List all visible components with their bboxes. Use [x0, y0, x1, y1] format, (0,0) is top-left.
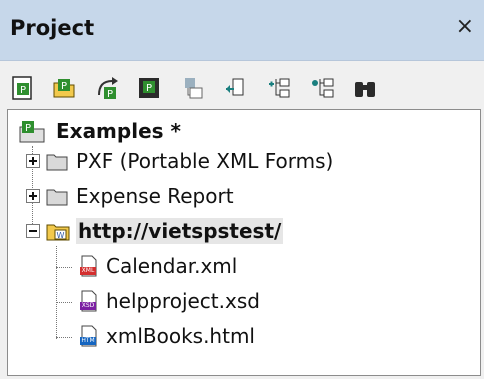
- svg-text:P: P: [25, 123, 31, 134]
- tree-folder-label: http://vietspstest/: [76, 218, 284, 244]
- html-file-icon: HTM: [78, 325, 100, 347]
- project-panel: Project × P P P P P Examples * PXF (Port…: [0, 0, 484, 379]
- tree-folder-label: PXF (Portable XML Forms): [76, 149, 334, 173]
- tree-root-label: Examples *: [56, 119, 181, 143]
- web-folder-icon: W: [46, 220, 70, 242]
- tree-line: [56, 246, 57, 339]
- folder-icon: [46, 150, 68, 172]
- svg-text:P: P: [107, 89, 113, 100]
- close-icon[interactable]: ×: [456, 14, 474, 39]
- tree-file-label: helpproject.xsd: [106, 289, 260, 313]
- tree-folder-label: Expense Report: [76, 184, 234, 208]
- add-external-file-icon[interactable]: [222, 75, 248, 101]
- folder-icon: [46, 185, 68, 207]
- file-type-badge: XML: [81, 267, 95, 274]
- svg-text:W: W: [57, 231, 65, 240]
- expand-expense-report-button[interactable]: [26, 189, 40, 203]
- tree-file-label: xmlBooks.html: [106, 324, 255, 348]
- xsd-file-icon: XSD: [78, 290, 100, 312]
- svg-text:P: P: [20, 85, 26, 96]
- add-external-folder-icon[interactable]: [310, 75, 336, 101]
- tree-line: [56, 267, 72, 268]
- save-project-icon[interactable]: P: [136, 75, 162, 101]
- tree-line: [56, 337, 72, 338]
- add-folder-icon[interactable]: [266, 75, 292, 101]
- expand-pxf-button[interactable]: [26, 154, 40, 168]
- file-type-badge: HTM: [81, 337, 95, 344]
- open-project-icon[interactable]: P: [52, 75, 78, 101]
- svg-text:P: P: [61, 81, 67, 92]
- svg-text:P: P: [146, 83, 152, 94]
- tree-file-label: Calendar.xml: [106, 254, 238, 278]
- find-icon[interactable]: [352, 75, 378, 101]
- add-to-project-icon[interactable]: [180, 75, 206, 101]
- project-tree: P Examples * PXF (Portable XML Forms) Ex…: [7, 109, 481, 376]
- new-project-icon[interactable]: P: [10, 75, 36, 101]
- project-root-icon: P: [18, 118, 46, 144]
- panel-title: Project: [10, 16, 95, 40]
- xml-file-icon: XML: [78, 255, 100, 277]
- panel-titlebar: Project ×: [0, 0, 484, 61]
- tree-line: [56, 302, 72, 303]
- collapse-webfolder-button[interactable]: [26, 224, 40, 238]
- reload-project-icon[interactable]: P: [94, 75, 120, 101]
- file-type-badge: XSD: [81, 302, 95, 309]
